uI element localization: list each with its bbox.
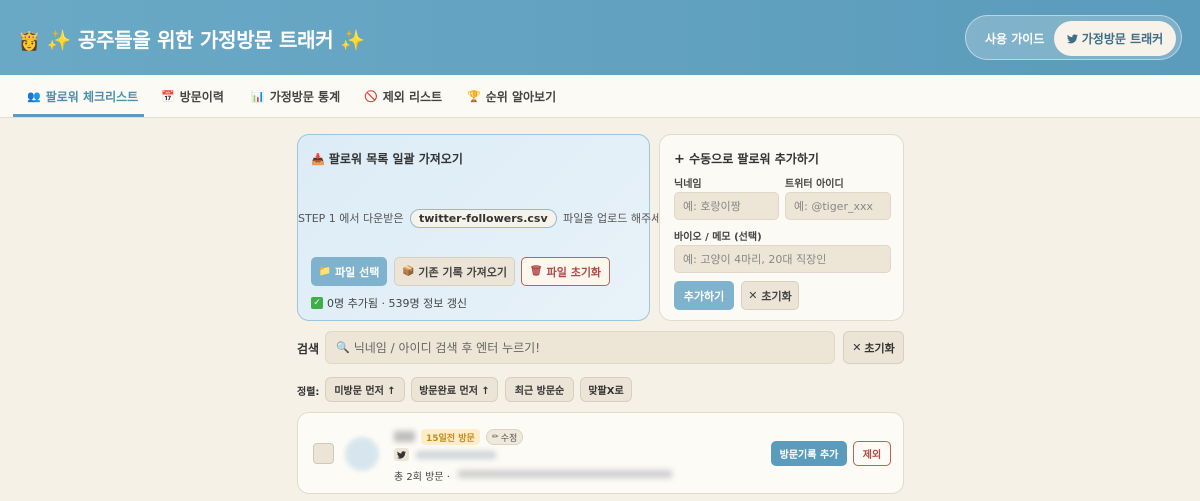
manual-add-card: + 수동으로 팔로워 추가하기 닉네임 예: 호랑이짱 트위터 아이디 예: @…: [659, 134, 904, 321]
page-title-text: ✨ 공주들을 위한 가정방문 트래커 ✨: [46, 28, 365, 52]
header-button-group: 사용 가이드 가정방문 트래커: [965, 15, 1182, 60]
follower-nickname-redacted: [394, 431, 415, 442]
search-reset-button[interactable]: ✕ 초기화: [843, 331, 904, 364]
import-existing-button[interactable]: 📦 기존 기록 가져오기: [394, 257, 515, 286]
edit-label: 수정: [500, 433, 518, 444]
add-visit-record-button[interactable]: 방문기록 추가: [771, 441, 847, 466]
search-input[interactable]: 🔍 닉네임 / 아이디 검색 후 엔터 누르기!: [325, 331, 835, 364]
bar-chart-icon: 📊: [251, 90, 265, 103]
calendar-icon: 📅: [161, 90, 175, 103]
princess-icon: 👸: [18, 31, 41, 52]
nickname-label: 닉네임: [674, 179, 702, 190]
sort-unvisited-first-button[interactable]: 미방문 먼저 ↑: [325, 377, 405, 402]
close-icon: ✕: [748, 289, 758, 302]
upload-instruction-prefix: STEP 1 에서 다운받은: [298, 212, 404, 225]
nickname-input[interactable]: 예: 호랑이짱: [674, 192, 779, 220]
tracker-button[interactable]: 가정방문 트래커: [1054, 21, 1176, 56]
sort-label: 정렬:: [297, 387, 320, 398]
visit-count: 총 2회 방문 ·: [394, 472, 450, 483]
sort-recent-visit-button[interactable]: 최근 방문순: [505, 377, 574, 402]
tab-exclude-list[interactable]: 🚫 제외 리스트: [364, 75, 442, 118]
tab-label: 방문이력: [179, 90, 224, 104]
tab-label: 팔로워 체크리스트: [45, 90, 139, 104]
tab-label: 순위 알아보기: [485, 90, 557, 104]
folder-icon: 📁: [318, 265, 332, 277]
last-visit-badge: 15일전 방문: [421, 429, 480, 445]
follower-row: 15일전 방문 ✏ 수정 총 2회 방문 · 방문기록 추가 제외: [297, 412, 904, 494]
manual-add-title-text: 수동으로 팔로워 추가하기: [689, 152, 819, 166]
search-icon: 🔍: [336, 341, 350, 354]
search-placeholder: 닉네임 / 아이디 검색 후 엔터 누르기!: [353, 341, 541, 355]
exclude-button[interactable]: 제외: [853, 441, 891, 466]
twitter-id-input[interactable]: 예: @tiger_xxx: [785, 192, 891, 220]
tab-label: 가정방문 통계: [269, 90, 341, 104]
page-title: 👸 ✨ 공주들을 위한 가정방문 트래커 ✨: [18, 24, 365, 53]
follower-checkbox[interactable]: [313, 443, 334, 464]
app-header: 👸 ✨ 공주들을 위한 가정방문 트래커 ✨ 사용 가이드 가정방문 트래커: [0, 0, 1200, 75]
reset-file-label: 파일 초기화: [546, 265, 602, 279]
inbox-tray-icon: 📥: [311, 153, 325, 166]
pencil-icon: ✏: [492, 432, 499, 441]
reset-file-button[interactable]: 🗑 파일 초기화: [521, 257, 610, 286]
package-icon: 📦: [401, 265, 415, 277]
edit-button[interactable]: ✏ 수정: [486, 429, 524, 445]
prohibited-icon: 🚫: [364, 90, 378, 103]
active-tab-indicator: [13, 114, 144, 117]
twitter-bird-icon: [397, 450, 406, 459]
check-icon: ✓: [311, 297, 323, 309]
people-icon: 👥: [27, 90, 41, 103]
search-label: 검색: [297, 342, 320, 356]
tab-follower-checklist[interactable]: 👥 팔로워 체크리스트: [27, 75, 138, 118]
avatar: [345, 437, 379, 471]
tracker-button-label: 가정방문 트래커: [1081, 32, 1164, 46]
import-status-text: 0명 추가됨 · 539명 정보 갱신: [327, 297, 468, 310]
add-follower-button[interactable]: 추가하기: [674, 281, 734, 310]
select-file-label: 파일 선택: [335, 265, 380, 279]
sort-visited-first-button[interactable]: 방문완료 먼저 ↑: [411, 377, 498, 402]
import-existing-label: 기존 기록 가져오기: [418, 265, 508, 279]
bulk-import-title-text: 팔로워 목록 일괄 가져오기: [328, 152, 463, 166]
tab-visit-stats[interactable]: 📊 가정방문 통계: [251, 75, 340, 118]
twitter-link-button[interactable]: [394, 448, 409, 461]
bulk-import-card: 📥 팔로워 목록 일괄 가져오기 STEP 1 에서 다운받은 twitter-…: [297, 134, 676, 321]
search-reset-label: 초기화: [864, 341, 895, 355]
plus-icon: +: [674, 152, 685, 167]
bio-input[interactable]: 예: 고양이 4마리, 20대 직장인: [674, 245, 891, 273]
upload-instruction: STEP 1 에서 다운받은 twitter-followers.csv 파일을…: [298, 209, 676, 228]
manual-add-title: + 수동으로 팔로워 추가하기: [674, 150, 819, 167]
guide-button[interactable]: 사용 가이드: [985, 30, 1044, 47]
follower-handle-redacted: [416, 451, 496, 459]
file-name-chip: twitter-followers.csv: [410, 209, 557, 228]
close-icon: ✕: [852, 341, 862, 354]
trophy-icon: 🏆: [467, 90, 481, 103]
follower-bio-redacted: [458, 470, 672, 478]
twitter-id-label: 트위터 아이디: [785, 179, 844, 190]
tab-bar: 👥 팔로워 체크리스트 📅 방문이력 📊 가정방문 통계 🚫 제외 리스트 🏆 …: [0, 75, 1200, 118]
manual-reset-label: 초기화: [761, 289, 792, 303]
bulk-import-title: 📥 팔로워 목록 일괄 가져오기: [311, 150, 463, 167]
tab-ranking[interactable]: 🏆 순위 알아보기: [467, 75, 556, 118]
tab-label: 제외 리스트: [382, 90, 443, 104]
trash-icon: 🗑: [529, 265, 543, 277]
select-file-button[interactable]: 📁 파일 선택: [311, 257, 387, 286]
sort-no-followback-button[interactable]: 맞팔X로: [580, 377, 632, 402]
bio-label: 바이오 / 메모 (선택): [674, 232, 762, 243]
import-status: ✓ 0명 추가됨 · 539명 정보 갱신: [311, 295, 467, 311]
twitter-bird-icon: [1066, 33, 1078, 43]
manual-reset-button[interactable]: ✕ 초기화: [741, 281, 799, 310]
tab-visit-history[interactable]: 📅 방문이력: [161, 75, 224, 118]
